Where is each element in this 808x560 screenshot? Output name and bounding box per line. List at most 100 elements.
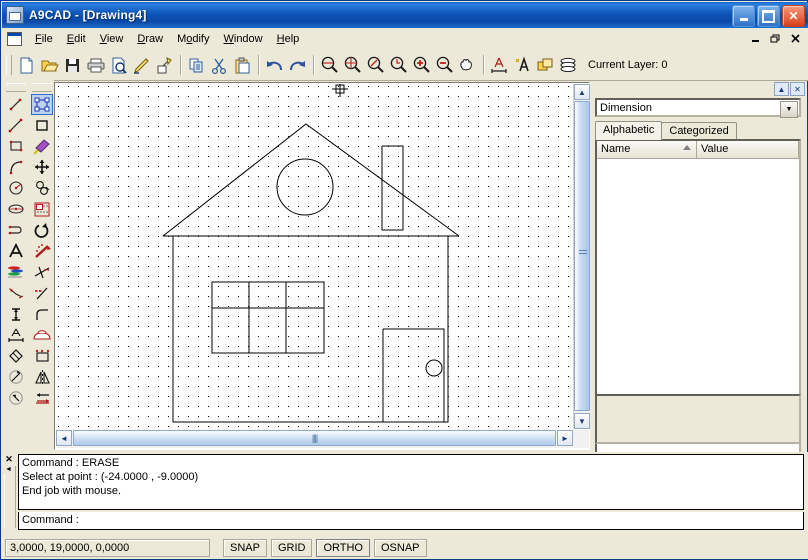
- print-preview-icon[interactable]: [107, 54, 130, 77]
- zoom-previous-icon[interactable]: [387, 54, 410, 77]
- open-icon[interactable]: [38, 54, 61, 77]
- new-icon[interactable]: [15, 54, 38, 77]
- tool-array[interactable]: [31, 199, 53, 220]
- menu-view[interactable]: View: [93, 30, 131, 48]
- menu-file[interactable]: File: [28, 30, 60, 48]
- tool-arc[interactable]: [5, 157, 27, 178]
- tool-dimension-vertical[interactable]: [5, 304, 27, 325]
- tool-polyline[interactable]: [5, 220, 27, 241]
- tool-rotate[interactable]: [31, 220, 53, 241]
- tool-text[interactable]: [5, 241, 27, 262]
- properties-pin-button[interactable]: ▲: [774, 82, 789, 96]
- tab-categorized[interactable]: Categorized: [661, 122, 736, 140]
- chevron-down-icon[interactable]: ▼: [780, 101, 798, 118]
- column-header-value[interactable]: Value: [697, 141, 799, 158]
- tool-stretch[interactable]: [31, 388, 53, 409]
- tool-eraser[interactable]: [31, 136, 53, 157]
- command-window-collapse-button[interactable]: ◄: [4, 465, 13, 474]
- tool-gradient[interactable]: [5, 262, 27, 283]
- tool-rectangle[interactable]: [5, 136, 27, 157]
- horizontal-scroll-thumb[interactable]: ||||: [73, 430, 556, 446]
- menu-window[interactable]: Window: [216, 30, 269, 48]
- tool-leader[interactable]: [5, 283, 27, 304]
- zoom-out-icon[interactable]: [433, 54, 456, 77]
- window-close-button[interactable]: ✕: [782, 5, 805, 27]
- redo-icon[interactable]: [286, 54, 309, 77]
- tool-chamfer[interactable]: [31, 325, 53, 346]
- canvas-horizontal-scrollbar[interactable]: ◄ |||| ►: [56, 430, 573, 448]
- status-toggle-osnap[interactable]: OSNAP: [374, 539, 427, 557]
- scroll-up-button[interactable]: ▲: [574, 84, 590, 100]
- undo-icon[interactable]: [263, 54, 286, 77]
- zoom-in-icon[interactable]: [410, 54, 433, 77]
- object-type-dropdown[interactable]: Dimension ▼: [595, 98, 801, 117]
- document-icon[interactable]: [7, 32, 22, 46]
- vertical-scroll-thumb[interactable]: [574, 101, 590, 411]
- window-minimize-button[interactable]: [732, 5, 755, 27]
- pan-icon[interactable]: [456, 54, 479, 77]
- tool-trim[interactable]: [31, 262, 53, 283]
- status-toggle-grid[interactable]: GRID: [271, 539, 313, 557]
- copy-icon[interactable]: [185, 54, 208, 77]
- drawing-canvas[interactable]: [56, 84, 573, 429]
- status-toggle-ortho[interactable]: ORTHO: [316, 539, 370, 557]
- tool-mirror[interactable]: [31, 367, 53, 388]
- modify-palette-grip[interactable]: [32, 83, 52, 92]
- chimney[interactable]: [382, 146, 403, 230]
- mdi-minimize-button[interactable]: [747, 30, 764, 46]
- text-style-icon[interactable]: [511, 54, 534, 77]
- tool-dimension-radius[interactable]: [5, 367, 27, 388]
- door-knob[interactable]: [426, 360, 442, 376]
- tool-extend[interactable]: [31, 283, 53, 304]
- menu-edit[interactable]: Edit: [60, 30, 93, 48]
- tool-dimension-angular[interactable]: [5, 346, 27, 367]
- command-input[interactable]: Command :: [18, 512, 804, 530]
- save-icon[interactable]: [61, 54, 84, 77]
- menu-modify[interactable]: Modify: [170, 30, 216, 48]
- tool-offset[interactable]: [31, 346, 53, 367]
- tool-point[interactable]: [5, 94, 27, 115]
- mdi-restore-button[interactable]: [767, 30, 784, 46]
- tool-move[interactable]: [31, 157, 53, 178]
- paste-icon[interactable]: [231, 54, 254, 77]
- menu-draw[interactable]: Draw: [130, 30, 170, 48]
- dimension-style-icon[interactable]: [488, 54, 511, 77]
- tool-fillet[interactable]: [31, 304, 53, 325]
- menu-help[interactable]: Help: [270, 30, 307, 48]
- roof[interactable]: [163, 124, 459, 236]
- mdi-close-button[interactable]: [787, 30, 804, 46]
- pencil-icon[interactable]: [130, 54, 153, 77]
- column-header-name[interactable]: Name: [597, 141, 697, 158]
- command-history[interactable]: Command : ERASE Select at point : (-24.0…: [18, 454, 804, 510]
- attic-circle[interactable]: [277, 159, 333, 215]
- draw-palette-grip[interactable]: [6, 83, 26, 92]
- tool-ellipse[interactable]: [5, 199, 27, 220]
- scroll-right-button[interactable]: ►: [557, 430, 573, 446]
- scroll-down-button[interactable]: ▼: [574, 413, 590, 429]
- status-toggle-snap[interactable]: SNAP: [223, 539, 267, 557]
- tool-dimension-linear[interactable]: [5, 325, 27, 346]
- command-window-grip[interactable]: [4, 466, 16, 528]
- tool-copy[interactable]: [31, 178, 53, 199]
- command-window-close-button[interactable]: ✕: [4, 454, 14, 464]
- tool-circle[interactable]: [5, 178, 27, 199]
- print-icon[interactable]: [84, 54, 107, 77]
- tool-dimension-diameter[interactable]: [5, 388, 27, 409]
- tool-select[interactable]: [31, 94, 53, 115]
- toolbar-grip[interactable]: [6, 55, 12, 75]
- properties-close-button[interactable]: ✕: [790, 82, 805, 96]
- tab-alphabetic[interactable]: Alphabetic: [595, 121, 662, 140]
- cut-icon[interactable]: [208, 54, 231, 77]
- zoom-all-icon[interactable]: [341, 54, 364, 77]
- zoom-window-icon[interactable]: [318, 54, 341, 77]
- tool-shape[interactable]: [31, 115, 53, 136]
- tool-explode[interactable]: [31, 241, 53, 262]
- scroll-left-button[interactable]: ◄: [56, 430, 72, 446]
- window-frame[interactable]: [212, 282, 324, 353]
- window-maximize-button[interactable]: [757, 5, 780, 27]
- layers-icon[interactable]: [557, 54, 580, 77]
- paint-format-icon[interactable]: [153, 54, 176, 77]
- layer-properties-icon[interactable]: [534, 54, 557, 77]
- zoom-dynamic-icon[interactable]: [364, 54, 387, 77]
- canvas-vertical-scrollbar[interactable]: ▲ ▼: [573, 84, 590, 429]
